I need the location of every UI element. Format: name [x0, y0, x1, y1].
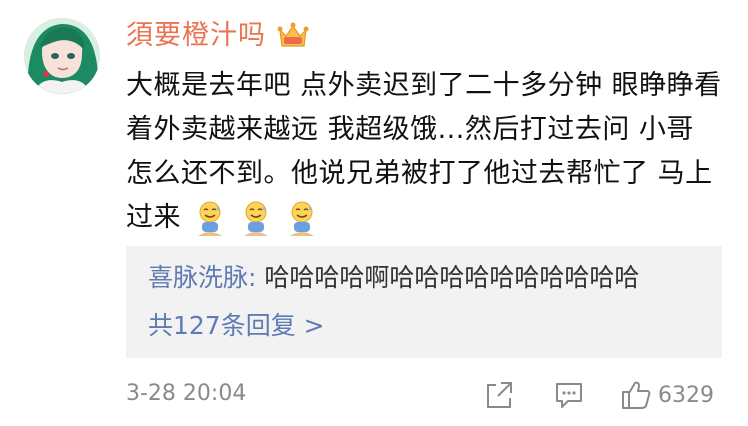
timestamp: 3-28 20:04	[126, 381, 247, 406]
username-row: 須要橙汁吗	[126, 16, 310, 56]
reply-username[interactable]: 喜脉洗脉	[148, 263, 248, 292]
view-replies-link[interactable]: 共127条回复 >	[148, 304, 325, 348]
sweat-smile-emoji	[286, 200, 318, 238]
share-button[interactable]	[484, 377, 514, 413]
comment-footer: 3-28 20:04 6329	[126, 373, 726, 417]
username[interactable]: 須要橙汁吗	[126, 16, 266, 56]
avatar[interactable]	[24, 18, 100, 94]
sweat-smile-emoji	[240, 200, 272, 238]
reply-separator: :	[248, 263, 257, 292]
comment-body: 大概是去年吧 点外卖迟到了二十多分钟 眼睁睁看着外卖越来越远 我超级饿...然后…	[126, 64, 726, 240]
sweat-smile-emoji	[194, 200, 226, 238]
comment-button[interactable]	[554, 377, 584, 413]
emoji-row	[194, 200, 318, 238]
reply-text: 哈哈哈哈啊哈哈哈哈哈哈哈哈哈哈	[264, 263, 640, 292]
like-button[interactable]: 6329	[620, 377, 714, 413]
share-icon	[487, 382, 512, 408]
crown-vip-icon[interactable]	[276, 20, 310, 52]
reply-line: 喜脉洗脉: 哈哈哈哈啊哈哈哈哈哈哈哈哈哈哈	[148, 256, 639, 300]
reply-preview[interactable]: 喜脉洗脉: 哈哈哈哈啊哈哈哈哈哈哈哈哈哈哈 共127条回复 >	[126, 246, 722, 358]
like-count: 6329	[658, 382, 714, 408]
like-icon	[622, 381, 651, 409]
reply-count-label: 共127条回复 >	[148, 311, 325, 340]
comment-icon	[556, 383, 582, 408]
